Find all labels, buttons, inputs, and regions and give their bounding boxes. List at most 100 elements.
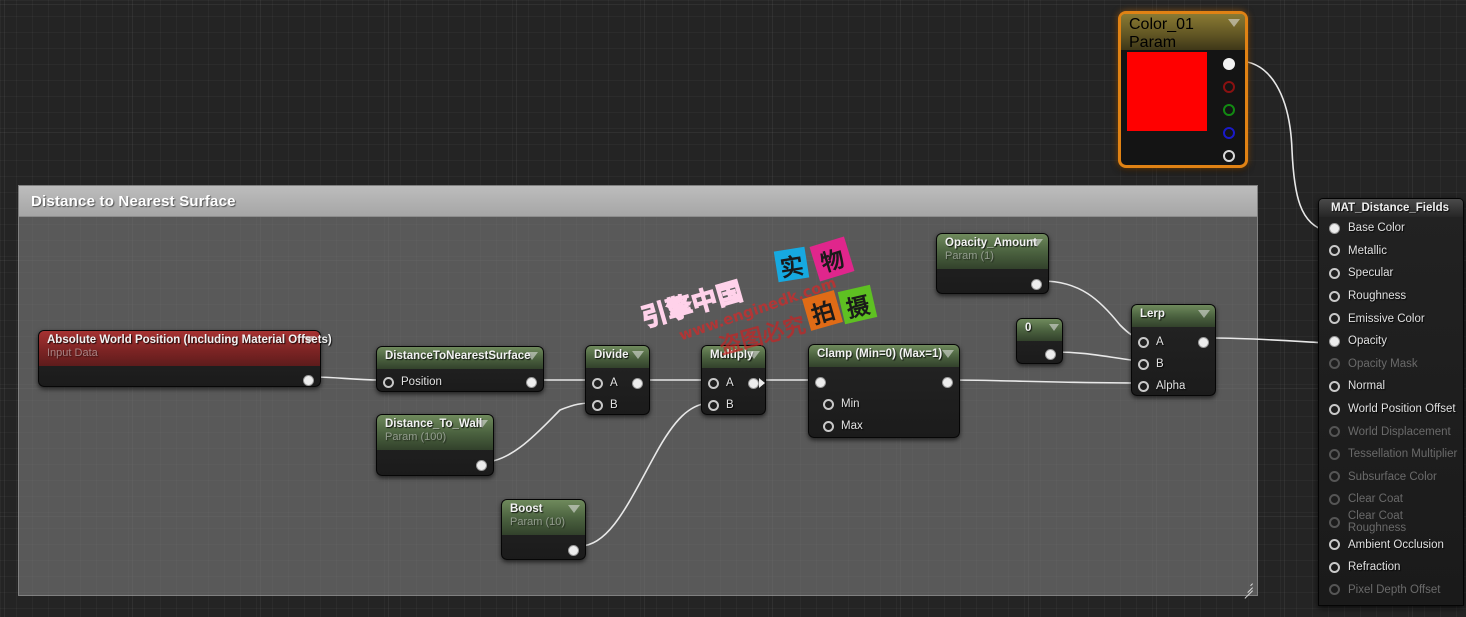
chevron-down-icon[interactable]: [303, 336, 315, 344]
node-boost[interactable]: Boost Param (10): [501, 499, 586, 560]
node-boost-header[interactable]: Boost Param (10): [502, 500, 585, 535]
material-input-pin[interactable]: [1329, 245, 1340, 257]
chevron-down-icon[interactable]: [1031, 239, 1043, 247]
material-input-pin[interactable]: [1329, 584, 1340, 596]
output-pin[interactable]: [1045, 348, 1056, 360]
chevron-down-icon[interactable]: [526, 352, 538, 360]
material-pin-label: Normal: [1348, 380, 1386, 393]
material-input-pin[interactable]: [1329, 335, 1340, 347]
material-input-pin[interactable]: [1329, 561, 1340, 573]
node-distance-to-nearest-surface[interactable]: DistanceToNearestSurface Position: [376, 346, 544, 392]
material-input-pin[interactable]: [1329, 426, 1340, 438]
output-pin[interactable]: [303, 374, 314, 386]
node-clamp[interactable]: Clamp (Min=0) (Max=1) Min Max: [808, 344, 960, 438]
material-pin-row[interactable]: Base Color: [1319, 217, 1463, 240]
chevron-down-icon[interactable]: [476, 420, 488, 428]
graph-canvas[interactable]: Distance to Nearest Surface Color_01 Par…: [0, 0, 1466, 617]
node-lerp[interactable]: Lerp A B Alpha: [1131, 304, 1216, 396]
input-pin-max[interactable]: [823, 420, 834, 432]
material-pin-row[interactable]: Emissive Color: [1319, 307, 1463, 330]
input-pin-b[interactable]: [592, 399, 603, 411]
chevron-down-icon[interactable]: [568, 505, 580, 513]
material-pin-row[interactable]: Ambient Occlusion: [1319, 533, 1463, 556]
node-opacity-amount-header[interactable]: Opacity_Amount Param (1): [937, 234, 1048, 269]
input-pin-b[interactable]: [1138, 358, 1149, 370]
input-pin-a[interactable]: [592, 377, 603, 389]
node-color-01-header[interactable]: Color_01 Param (1,0,0,1): [1121, 14, 1245, 69]
material-pin-row[interactable]: Clear Coat Roughness: [1319, 510, 1463, 534]
material-input-pin[interactable]: [1329, 539, 1340, 551]
output-pin[interactable]: [568, 544, 579, 556]
output-pin-b[interactable]: [1218, 121, 1240, 144]
chevron-down-icon[interactable]: [942, 350, 954, 358]
input-pin-position[interactable]: [383, 376, 394, 388]
material-input-pin[interactable]: [1329, 516, 1340, 528]
node-lerp-header[interactable]: Lerp: [1132, 305, 1215, 327]
material-input-pin[interactable]: [1329, 358, 1340, 370]
chevron-down-icon[interactable]: [1228, 19, 1240, 27]
node-multiply[interactable]: Multiply A B: [701, 345, 766, 415]
node-distance-to-wall-header[interactable]: Distance_To_Wall Param (100): [377, 415, 493, 450]
output-pin-r[interactable]: [1218, 75, 1240, 98]
node-constant-zero-header[interactable]: 0: [1017, 319, 1062, 341]
input-pin-b[interactable]: [708, 399, 719, 411]
node-distance-to-nearest-surface-header[interactable]: DistanceToNearestSurface: [377, 347, 543, 369]
input-pin-min[interactable]: [823, 398, 834, 410]
material-pin-row[interactable]: Clear Coat: [1319, 488, 1463, 511]
input-pin-a[interactable]: [1138, 336, 1149, 348]
output-pin[interactable]: [1031, 278, 1042, 290]
node-divide[interactable]: Divide A B: [585, 345, 650, 415]
color-swatch[interactable]: [1127, 52, 1207, 131]
output-pin[interactable]: [632, 377, 643, 389]
node-multiply-header[interactable]: Multiply: [702, 346, 765, 368]
material-input-pin[interactable]: [1329, 222, 1340, 234]
chevron-down-icon[interactable]: [748, 351, 760, 359]
output-pin[interactable]: [748, 377, 759, 389]
output-pin-g[interactable]: [1218, 98, 1240, 121]
node-absolute-world-position-header[interactable]: Absolute World Position (Including Mater…: [39, 331, 332, 366]
output-pin[interactable]: [1198, 336, 1209, 348]
material-input-pin[interactable]: [1329, 267, 1340, 279]
material-input-pin[interactable]: [1329, 403, 1340, 415]
material-pin-row[interactable]: Specular: [1319, 262, 1463, 285]
material-input-pin[interactable]: [1329, 471, 1340, 483]
material-input-pin[interactable]: [1329, 380, 1340, 392]
input-pin-a[interactable]: [708, 377, 719, 389]
material-pin-row[interactable]: Tessellation Multiplier: [1319, 443, 1463, 466]
output-pin[interactable]: [942, 376, 953, 388]
material-pin-row[interactable]: Refraction: [1319, 556, 1463, 579]
material-pin-row[interactable]: Opacity: [1319, 330, 1463, 353]
material-pin-row[interactable]: Roughness: [1319, 285, 1463, 308]
node-material-output-header[interactable]: MAT_Distance_Fields: [1319, 199, 1463, 217]
input-pin-value[interactable]: [815, 376, 826, 388]
output-pin[interactable]: [526, 376, 537, 388]
material-input-pin[interactable]: [1329, 493, 1340, 505]
chevron-down-icon[interactable]: [632, 351, 644, 359]
comment-box-titlebar[interactable]: Distance to Nearest Surface: [19, 186, 1257, 217]
node-opacity-amount[interactable]: Opacity_Amount Param (1): [936, 233, 1049, 294]
output-pin-rgba[interactable]: [1218, 52, 1240, 75]
output-pin-a[interactable]: [1218, 144, 1240, 167]
input-pin-alpha[interactable]: [1138, 380, 1149, 392]
material-pin-row[interactable]: World Position Offset: [1319, 398, 1463, 421]
node-divide-header[interactable]: Divide: [586, 346, 649, 368]
chevron-down-icon[interactable]: [1198, 310, 1210, 318]
material-pin-row[interactable]: Normal: [1319, 375, 1463, 398]
material-input-pin[interactable]: [1329, 313, 1340, 325]
node-absolute-world-position[interactable]: Absolute World Position (Including Mater…: [38, 330, 332, 387]
material-pin-row[interactable]: Subsurface Color: [1319, 466, 1463, 489]
chevron-down-icon[interactable]: [1049, 324, 1059, 331]
node-material-output[interactable]: MAT_Distance_Fields Base Color Metallic Sp…: [1318, 198, 1464, 606]
node-constant-zero[interactable]: 0: [1016, 318, 1063, 364]
node-distance-to-wall[interactable]: Distance_To_Wall Param (100): [376, 414, 494, 476]
output-pin[interactable]: [476, 459, 487, 471]
material-pin-row[interactable]: World Displacement: [1319, 420, 1463, 443]
node-color-01[interactable]: Color_01 Param (1,0,0,1): [1118, 11, 1248, 168]
material-input-pin[interactable]: [1329, 448, 1340, 460]
material-pin-row[interactable]: Opacity Mask: [1319, 353, 1463, 376]
material-input-pin[interactable]: [1329, 290, 1340, 302]
material-pin-row[interactable]: Metallic: [1319, 240, 1463, 263]
comment-resize-handle[interactable]: [1239, 577, 1255, 599]
material-pin-row[interactable]: Pixel Depth Offset: [1319, 579, 1463, 602]
node-clamp-header[interactable]: Clamp (Min=0) (Max=1): [809, 345, 959, 367]
